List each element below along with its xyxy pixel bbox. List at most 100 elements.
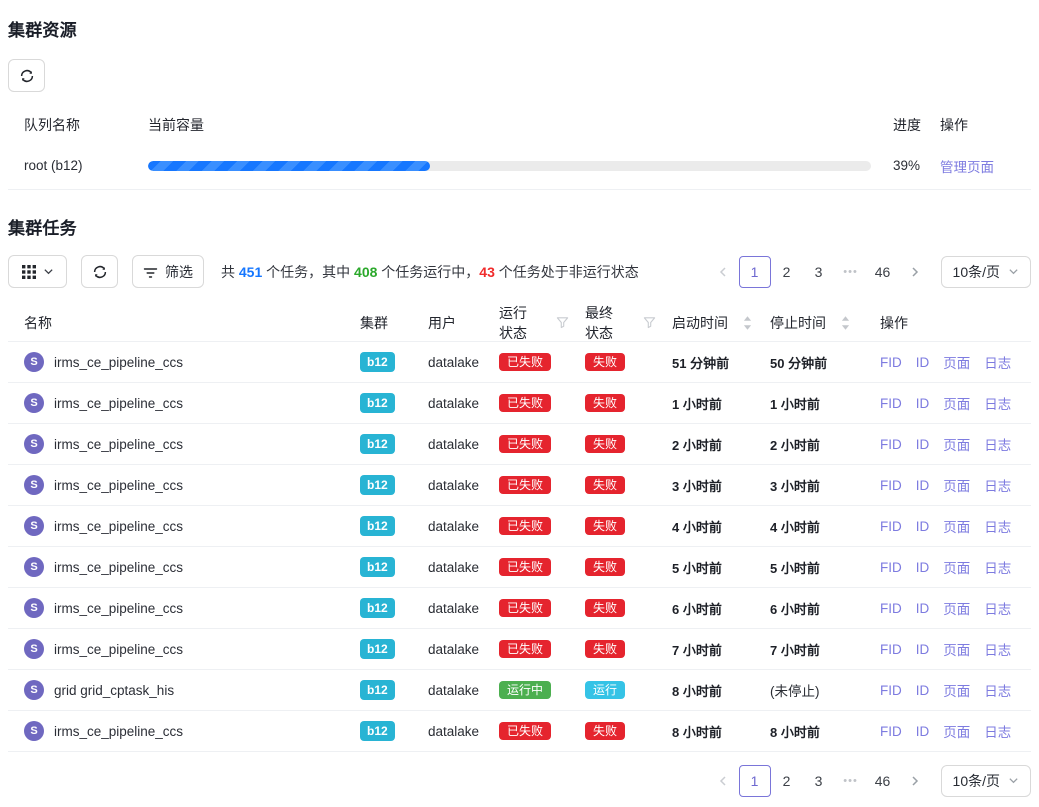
spark-avatar-icon: S (24, 434, 44, 454)
page-ellipsis[interactable]: ••• (835, 256, 867, 288)
id-link[interactable]: ID (916, 478, 930, 493)
id-link[interactable]: ID (916, 683, 930, 698)
fid-link[interactable]: FID (880, 724, 902, 739)
manage-page-link[interactable]: 管理页面 (940, 160, 994, 175)
fid-link[interactable]: FID (880, 560, 902, 575)
user-name: datalake (412, 601, 483, 616)
table-row: Sirms_ce_pipeline_ccs b12 datalake 已失败 失… (8, 547, 1031, 588)
next-page-button[interactable] (899, 256, 931, 288)
col-user: 用户 (412, 313, 483, 333)
run-status-filter-funnel-icon[interactable] (556, 316, 569, 329)
fid-link[interactable]: FID (880, 683, 902, 698)
log-link[interactable]: 日志 (984, 680, 1011, 700)
page-size-select[interactable]: 10条/页 (941, 765, 1031, 797)
final-status-filter-funnel-icon[interactable] (643, 316, 656, 329)
stop-time: 3 小时前 (770, 476, 820, 495)
log-link[interactable]: 日志 (984, 639, 1011, 659)
page-link[interactable]: 页面 (943, 721, 970, 741)
page-button-last[interactable]: 46 (867, 256, 899, 288)
col-final-status: 最终状态 (585, 303, 626, 343)
log-link[interactable]: 日志 (984, 393, 1011, 413)
page-link[interactable]: 页面 (943, 680, 970, 700)
fid-link[interactable]: FID (880, 601, 902, 616)
table-row: Sgrid grid_cptask_his b12 datalake 运行中 运… (8, 670, 1031, 711)
id-link[interactable]: ID (916, 355, 930, 370)
pagination-top: 1 2 3 ••• 46 10条/页 (707, 256, 1031, 288)
page-button-1[interactable]: 1 (739, 765, 771, 797)
page-link[interactable]: 页面 (943, 557, 970, 577)
stop-time: 6 小时前 (770, 599, 820, 618)
id-link[interactable]: ID (916, 560, 930, 575)
table-row: Sirms_ce_pipeline_ccs b12 datalake 已失败 失… (8, 465, 1031, 506)
page-button-last[interactable]: 46 (867, 765, 899, 797)
spark-avatar-icon: S (24, 352, 44, 372)
log-link[interactable]: 日志 (984, 721, 1011, 741)
page-link[interactable]: 页面 (943, 639, 970, 659)
run-status-badge: 已失败 (499, 435, 551, 453)
start-time: 7 小时前 (672, 640, 722, 659)
next-page-button[interactable] (899, 765, 931, 797)
tasks-toolbar: 筛选 共 451 个任务，其中 408 个任务运行中，43 个任务处于非运行状态… (8, 255, 1031, 288)
page-link[interactable]: 页面 (943, 434, 970, 454)
col-current-capacity: 当前容量 (148, 115, 871, 135)
page-button-2[interactable]: 2 (771, 765, 803, 797)
table-row: Sirms_ce_pipeline_ccs b12 datalake 已失败 失… (8, 383, 1031, 424)
col-stop-time: 停止时间 (770, 313, 826, 333)
page-button-3[interactable]: 3 (803, 765, 835, 797)
stop-time-sort-icon[interactable] (841, 316, 850, 330)
page-button-1[interactable]: 1 (739, 256, 771, 288)
start-time-sort-icon[interactable] (743, 316, 752, 330)
resources-table-header: 队列名称 当前容量 进度 操作 (8, 108, 1031, 142)
fid-link[interactable]: FID (880, 519, 902, 534)
log-link[interactable]: 日志 (984, 557, 1011, 577)
chevron-left-icon (718, 266, 728, 278)
user-name: datalake (412, 724, 483, 739)
id-link[interactable]: ID (916, 519, 930, 534)
id-link[interactable]: ID (916, 437, 930, 452)
page-ellipsis[interactable]: ••• (835, 765, 867, 797)
log-link[interactable]: 日志 (984, 434, 1011, 454)
page-link[interactable]: 页面 (943, 475, 970, 495)
log-link[interactable]: 日志 (984, 598, 1011, 618)
page-size-select[interactable]: 10条/页 (941, 256, 1031, 288)
log-link[interactable]: 日志 (984, 352, 1011, 372)
id-link[interactable]: ID (916, 642, 930, 657)
task-name: irms_ce_pipeline_ccs (54, 396, 183, 411)
id-link[interactable]: ID (916, 601, 930, 616)
fid-link[interactable]: FID (880, 437, 902, 452)
fid-link[interactable]: FID (880, 355, 902, 370)
view-columns-dropdown-button[interactable] (8, 255, 67, 288)
user-name: datalake (412, 642, 483, 657)
final-status-badge: 失败 (585, 353, 625, 371)
log-link[interactable]: 日志 (984, 516, 1011, 536)
page-link[interactable]: 页面 (943, 352, 970, 372)
page-link[interactable]: 页面 (943, 598, 970, 618)
tasks-title: 集群任务 (8, 214, 1031, 239)
fid-link[interactable]: FID (880, 478, 902, 493)
task-name: irms_ce_pipeline_ccs (54, 601, 183, 616)
tasks-summary: 共 451 个任务，其中 408 个任务运行中，43 个任务处于非运行状态 (221, 262, 639, 282)
page-button-2[interactable]: 2 (771, 256, 803, 288)
task-name: irms_ce_pipeline_ccs (54, 437, 183, 452)
id-link[interactable]: ID (916, 396, 930, 411)
prev-page-button[interactable] (707, 256, 739, 288)
page-link[interactable]: 页面 (943, 393, 970, 413)
fid-link[interactable]: FID (880, 642, 902, 657)
log-link[interactable]: 日志 (984, 475, 1011, 495)
user-name: datalake (412, 478, 483, 493)
resources-refresh-button[interactable] (8, 59, 45, 92)
page-button-3[interactable]: 3 (803, 256, 835, 288)
filter-button-label: 筛选 (165, 262, 193, 282)
filter-icon (143, 265, 158, 279)
filter-button[interactable]: 筛选 (132, 255, 204, 288)
id-link[interactable]: ID (916, 724, 930, 739)
prev-page-button[interactable] (707, 765, 739, 797)
page-link[interactable]: 页面 (943, 516, 970, 536)
refresh-icon (19, 68, 35, 84)
fid-link[interactable]: FID (880, 396, 902, 411)
resources-table: 队列名称 当前容量 进度 操作 root (b12) 39% 管理页面 (8, 108, 1031, 190)
tasks-refresh-button[interactable] (81, 255, 118, 288)
start-time: 3 小时前 (672, 476, 722, 495)
run-status-badge: 运行中 (499, 681, 551, 699)
final-status-badge: 失败 (585, 599, 625, 617)
